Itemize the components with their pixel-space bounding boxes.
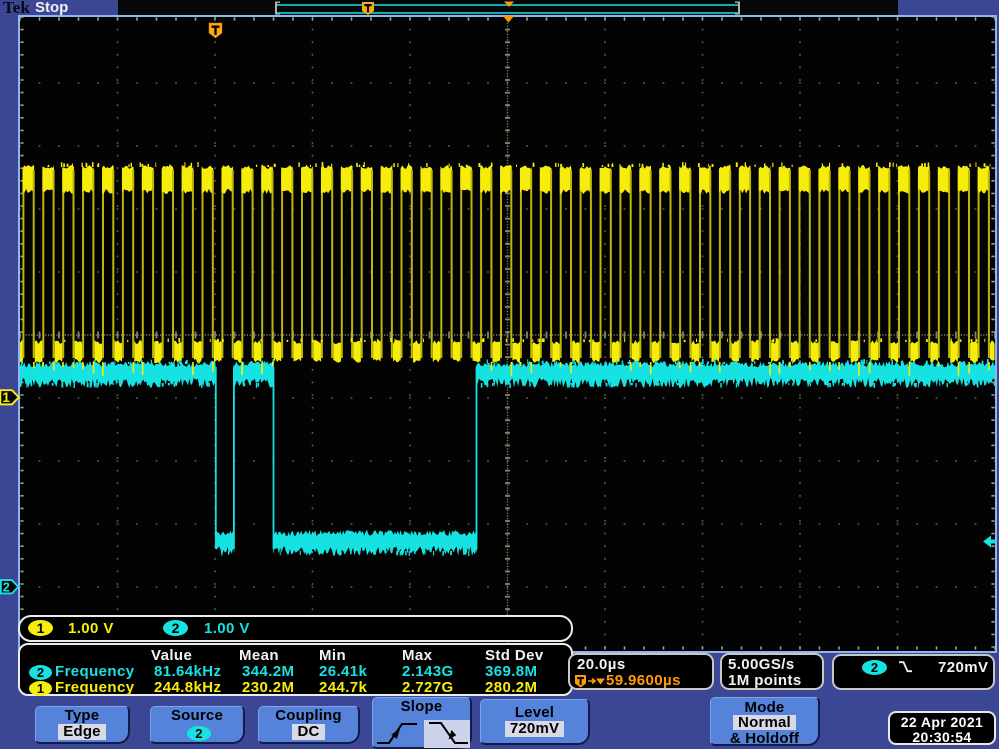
svg-text:2: 2 <box>3 579 10 594</box>
svg-text:1: 1 <box>2 390 10 405</box>
